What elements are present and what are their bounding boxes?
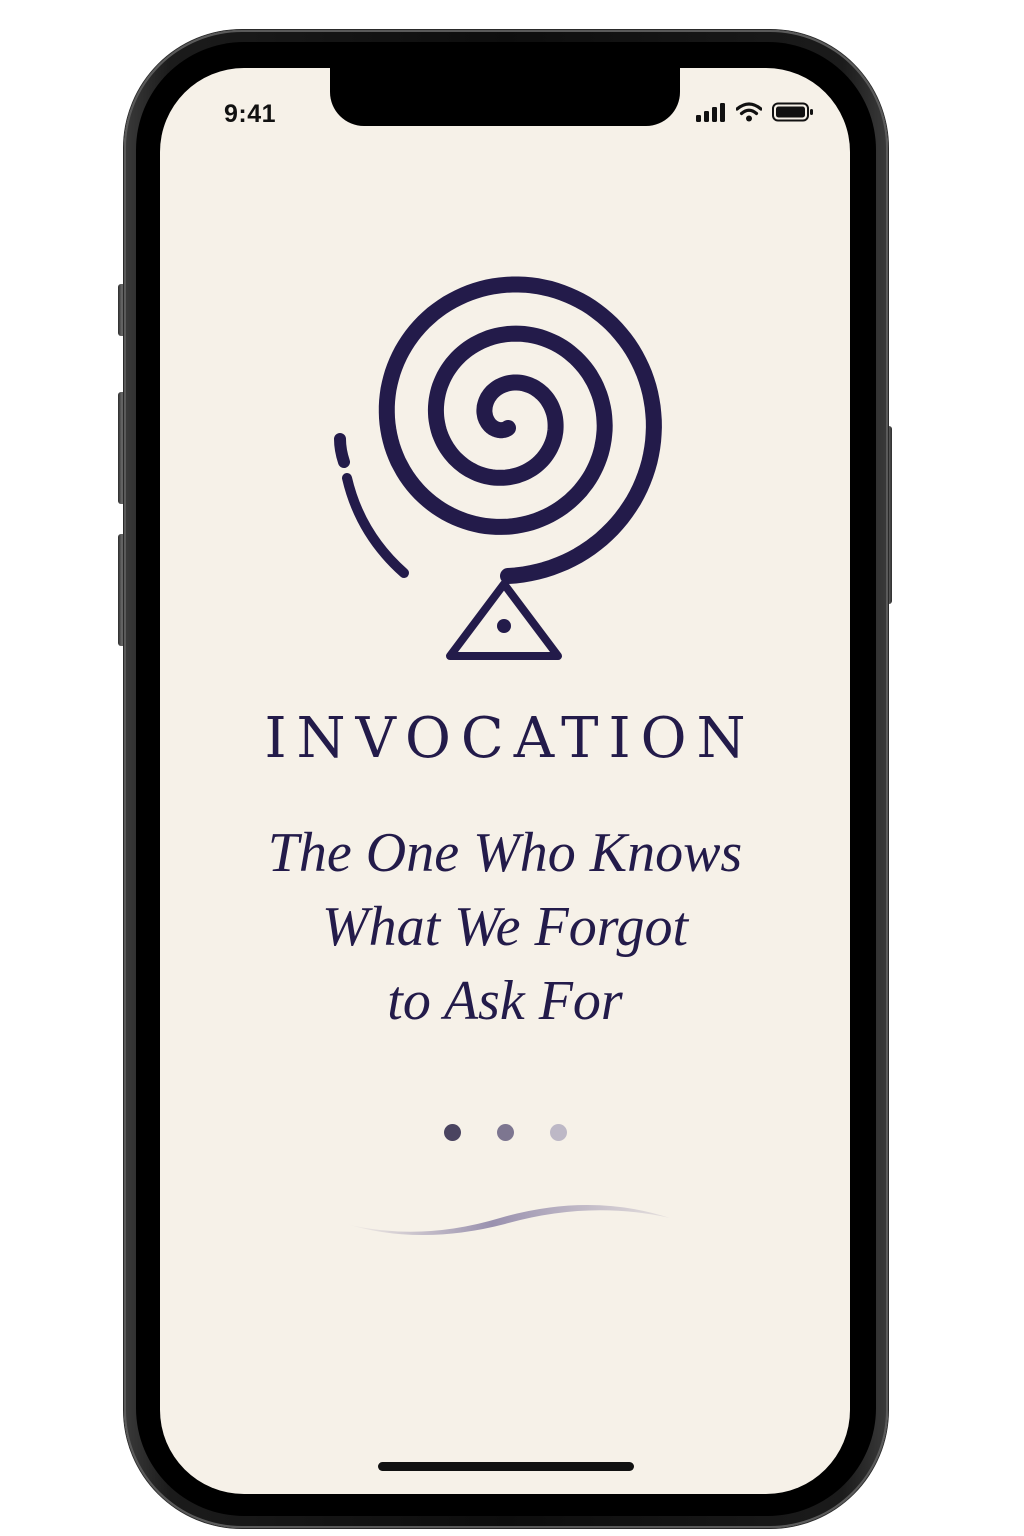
cellular-signal-icon <box>696 103 725 122</box>
tagline-line: The One Who Knows <box>267 822 743 884</box>
page-dot-2[interactable] <box>496 1124 514 1141</box>
status-time: 9:41 <box>224 100 277 128</box>
spiral-eye-triangle-icon <box>334 276 662 660</box>
tagline-line: What We Forgot <box>321 896 689 958</box>
notch <box>330 68 680 126</box>
home-indicator[interactable] <box>378 1462 634 1471</box>
tagline: The One Who Knows What We Forgot to Ask … <box>160 816 850 1038</box>
page-dot-3[interactable] <box>549 1124 567 1141</box>
page-indicator <box>160 1124 850 1141</box>
device-mockup: 9:41 INVOCATION The One Who Knows What W… <box>0 0 1024 1536</box>
battery-icon <box>772 102 813 122</box>
page-dot-1[interactable] <box>443 1124 461 1141</box>
splash-screen: 9:41 INVOCATION The One Who Knows What W… <box>160 68 850 1494</box>
wifi-icon <box>736 102 762 122</box>
decorative-swoosh <box>346 1205 670 1235</box>
app-title: INVOCATION <box>264 706 756 771</box>
status-icons <box>696 102 814 122</box>
tagline-line: to Ask For <box>387 970 623 1032</box>
